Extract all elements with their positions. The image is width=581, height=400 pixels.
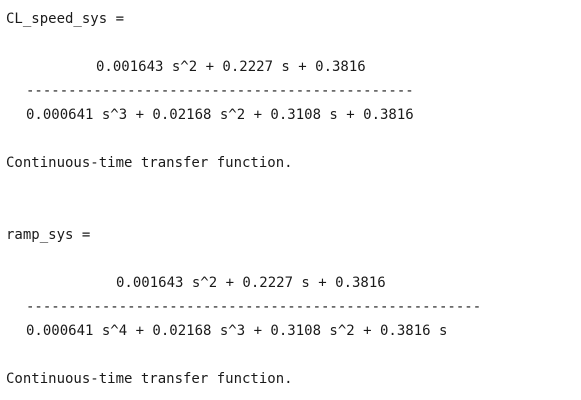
fraction-divider: ----------------------------------------… xyxy=(26,83,414,99)
numerator: 0.001643 s^2 + 0.2227 s + 0.3816 xyxy=(96,59,366,75)
variable-header: ramp_sys = xyxy=(6,227,91,243)
command-window-output: CL_speed_sys = 0.001643 s^2 + 0.2227 s +… xyxy=(0,0,581,400)
numerator: 0.001643 s^2 + 0.2227 s + 0.3816 xyxy=(116,275,386,291)
variable-header: CL_speed_sys = xyxy=(6,11,125,27)
transfer-function-type: Continuous-time transfer function. xyxy=(6,371,293,387)
transfer-function-type: Continuous-time transfer function. xyxy=(6,155,293,171)
denominator: 0.000641 s^3 + 0.02168 s^2 + 0.3108 s + … xyxy=(26,107,414,123)
fraction-divider: ----------------------------------------… xyxy=(26,299,482,315)
denominator: 0.000641 s^4 + 0.02168 s^3 + 0.3108 s^2 … xyxy=(26,323,448,339)
